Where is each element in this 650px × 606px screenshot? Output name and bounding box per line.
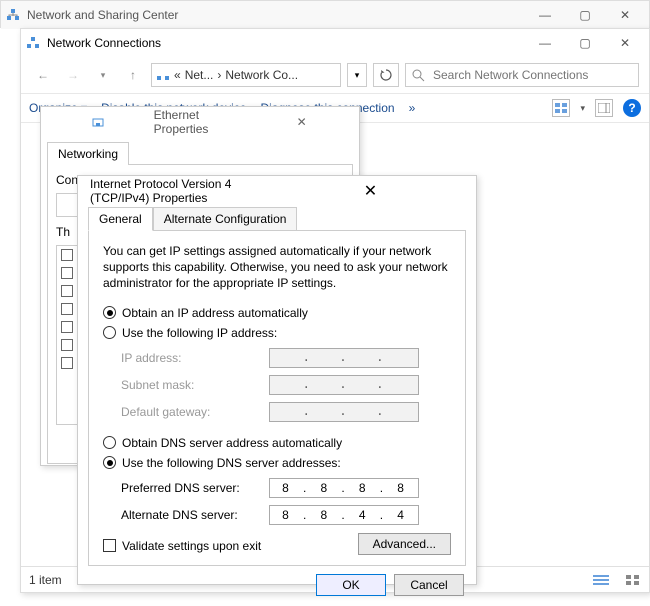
network-icon — [25, 35, 41, 51]
maximize-button[interactable]: ▢ — [565, 29, 605, 57]
close-button[interactable]: ✕ — [277, 181, 464, 201]
breadcrumb[interactable]: « Net... › Network Co... — [151, 63, 341, 87]
checkbox[interactable] — [61, 321, 73, 333]
octet: 8 — [282, 508, 291, 522]
description-text: You can get IP settings assigned automat… — [103, 243, 451, 292]
checkbox[interactable] — [61, 249, 73, 261]
ethernet-icon — [49, 114, 148, 130]
icons-view-button[interactable] — [625, 574, 641, 586]
checkbox-label: Validate settings upon exit — [122, 539, 261, 553]
titlebar: Internet Protocol Version 4 (TCP/IPv4) P… — [78, 176, 476, 206]
dialog-buttons: OK Cancel — [78, 574, 476, 606]
window-title: Network Connections — [47, 36, 525, 50]
help-button[interactable]: ? — [623, 99, 641, 117]
checkbox[interactable] — [61, 357, 73, 369]
octet: 8 — [397, 481, 406, 495]
chevron-right-icon: › — [217, 68, 221, 82]
minimize-button[interactable]: — — [525, 29, 565, 57]
tab-alternate-configuration[interactable]: Alternate Configuration — [153, 207, 298, 231]
octet: 8 — [320, 508, 329, 522]
details-view-button[interactable] — [593, 574, 609, 586]
radio-ip-auto[interactable]: Obtain an IP address automatically — [103, 306, 451, 320]
checkbox[interactable] — [103, 539, 116, 552]
tab-strip: General Alternate Configuration — [78, 206, 476, 230]
breadcrumb-segment[interactable]: Network Co... — [225, 68, 298, 82]
checkbox[interactable] — [61, 303, 73, 315]
back-button[interactable]: ← — [31, 63, 55, 87]
radio-label: Use the following IP address: — [122, 326, 277, 340]
ip-address-label: IP address: — [121, 351, 261, 365]
alternate-dns-input[interactable]: 8. 8. 4. 4 — [269, 505, 419, 525]
window-title: Internet Protocol Version 4 (TCP/IPv4) P… — [90, 177, 277, 205]
preview-pane-button[interactable] — [595, 99, 613, 117]
cancel-button[interactable]: Cancel — [394, 574, 464, 596]
radio-dns-auto[interactable]: Obtain DNS server address automatically — [103, 436, 451, 450]
window-title: Network and Sharing Center — [27, 8, 525, 22]
minimize-button[interactable]: — — [525, 1, 565, 29]
close-button[interactable]: ✕ — [605, 29, 645, 57]
radio-icon — [103, 436, 116, 449]
preferred-dns-input[interactable]: 8. 8. 8. 8 — [269, 478, 419, 498]
ip-address-input: . . . — [269, 348, 419, 368]
close-button[interactable]: ✕ — [252, 115, 351, 129]
radio-ip-manual[interactable]: Use the following IP address: — [103, 326, 451, 340]
forward-button[interactable]: → — [61, 63, 85, 87]
radio-icon — [103, 306, 116, 319]
octet: 8 — [359, 481, 368, 495]
view-options-button[interactable] — [552, 99, 570, 117]
nav-bar: ← → ▾ ↑ « Net... › Network Co... ▾ — [21, 57, 649, 93]
tab-content: You can get IP settings assigned automat… — [88, 230, 466, 566]
checkbox[interactable] — [61, 267, 73, 279]
search-box[interactable] — [405, 63, 639, 87]
maximize-button[interactable]: ▢ — [565, 1, 605, 29]
close-button[interactable]: ✕ — [605, 1, 645, 29]
titlebar: Network and Sharing Center — ▢ ✕ — [1, 1, 649, 29]
path-dropdown[interactable]: ▾ — [347, 63, 367, 87]
window-title: Ethernet Properties — [154, 108, 253, 136]
octet: 4 — [397, 508, 406, 522]
octet: 8 — [282, 481, 291, 495]
tab-networking[interactable]: Networking — [47, 142, 129, 165]
overflow-button[interactable]: » — [409, 101, 416, 115]
octet: 4 — [359, 508, 368, 522]
window-ipv4-properties: Internet Protocol Version 4 (TCP/IPv4) P… — [77, 175, 477, 585]
titlebar: Ethernet Properties ✕ — [41, 107, 359, 137]
advanced-button[interactable]: Advanced... — [358, 533, 451, 555]
radio-dns-manual[interactable]: Use the following DNS server addresses: — [103, 456, 451, 470]
subnet-mask-label: Subnet mask: — [121, 378, 261, 392]
tab-general[interactable]: General — [88, 207, 153, 231]
radio-label: Obtain DNS server address automatically — [122, 436, 342, 450]
checkbox[interactable] — [61, 285, 73, 297]
preferred-dns-label: Preferred DNS server: — [121, 481, 261, 495]
up-button[interactable]: ↑ — [121, 63, 145, 87]
subnet-mask-input: . . . — [269, 375, 419, 395]
radio-label: Use the following DNS server addresses: — [122, 456, 341, 470]
search-icon — [412, 69, 425, 82]
refresh-button[interactable] — [373, 63, 399, 87]
window-sharing-center: Network and Sharing Center — ▢ ✕ — [0, 0, 650, 28]
ok-button[interactable]: OK — [316, 574, 386, 596]
recent-dropdown[interactable]: ▾ — [91, 63, 115, 87]
checkbox[interactable] — [61, 339, 73, 351]
radio-icon — [103, 456, 116, 469]
default-gateway-label: Default gateway: — [121, 405, 261, 419]
titlebar: Network Connections — ▢ ✕ — [21, 29, 649, 57]
item-count: 1 item — [29, 573, 62, 587]
search-input[interactable] — [431, 67, 632, 83]
default-gateway-input: . . . — [269, 402, 419, 422]
chevron-down-icon[interactable]: ▾ — [580, 103, 585, 114]
radio-label: Obtain an IP address automatically — [122, 306, 308, 320]
breadcrumb-segment[interactable]: Net... — [185, 68, 214, 82]
octet: 8 — [320, 481, 329, 495]
network-icon — [156, 68, 170, 82]
breadcrumb-prefix: « — [174, 68, 181, 82]
radio-icon — [103, 326, 116, 339]
network-icon — [5, 7, 21, 23]
alternate-dns-label: Alternate DNS server: — [121, 508, 261, 522]
